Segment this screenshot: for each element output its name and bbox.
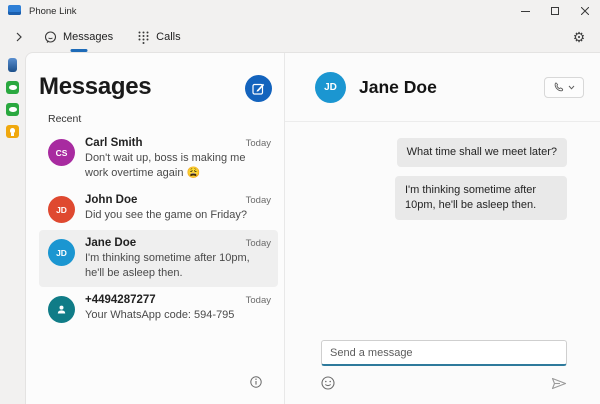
composer <box>285 340 600 404</box>
maximize-button[interactable] <box>540 0 570 22</box>
info-icon[interactable] <box>250 375 262 393</box>
conversation-row-whatsapp-number[interactable]: +4494287277 Today Your WhatsApp code: 59… <box>39 287 278 330</box>
title-bar: Phone Link <box>0 0 600 22</box>
window-controls <box>510 0 600 22</box>
device-apps-sidebar <box>0 52 25 404</box>
person-avatar-icon <box>48 296 75 323</box>
recent-section-label: Recent <box>48 113 278 125</box>
phone-icon <box>554 82 564 92</box>
main-content: Messages Recent CS Carl Smith Today Don'… <box>25 52 600 404</box>
chevron-down-icon <box>568 85 575 90</box>
message-thread: What time shall we meet later? I'm think… <box>285 122 600 340</box>
message-preview: Don't wait up, boss is making me work ov… <box>85 151 260 180</box>
tab-calls[interactable]: Calls <box>129 27 188 48</box>
settings-gear-icon[interactable]: ⚙ <box>568 26 590 48</box>
contact-avatar: JD <box>315 72 346 103</box>
timestamp: Today <box>246 138 271 149</box>
chat-panel: JD Jane Doe What time shall we meet late… <box>284 53 600 404</box>
messages-app-icon[interactable] <box>6 81 19 94</box>
conversation-row-carl-smith[interactable]: CS Carl Smith Today Don't wait up, boss … <box>39 130 278 187</box>
timestamp: Today <box>246 195 271 206</box>
contact-name: Carl Smith <box>85 137 143 149</box>
minimize-button[interactable] <box>510 0 540 22</box>
conversation-row-john-doe[interactable]: JD John Doe Today Did you see the game o… <box>39 187 278 230</box>
nav-bar: Messages Calls ⚙ <box>0 22 600 52</box>
tips-app-icon[interactable] <box>6 125 19 138</box>
conversations-panel: Messages Recent CS Carl Smith Today Don'… <box>26 53 284 404</box>
window-title: Phone Link <box>29 6 77 17</box>
dialpad-icon <box>137 31 150 44</box>
phone-link-logo-icon <box>8 5 22 17</box>
tab-messages[interactable]: Messages <box>36 27 121 48</box>
message-input[interactable] <box>321 340 567 366</box>
message-bubble: I'm thinking sometime after 10pm, he'll … <box>395 176 567 220</box>
phone-device-icon[interactable] <box>8 58 17 72</box>
message-bubble: What time shall we meet later? <box>397 138 567 167</box>
timestamp: Today <box>246 295 271 306</box>
emoji-picker-button[interactable] <box>321 376 335 390</box>
avatar: JD <box>48 239 75 266</box>
message-preview: Did you see the game on Friday? <box>85 208 260 223</box>
contact-name: +4494287277 <box>85 294 156 306</box>
contact-name: Jane Doe <box>85 237 136 249</box>
close-button[interactable] <box>570 0 600 22</box>
message-preview: I'm thinking sometime after 10pm, he'll … <box>85 251 260 280</box>
chat-bubble-icon <box>44 31 57 44</box>
timestamp: Today <box>246 238 271 249</box>
send-message-icon[interactable] <box>551 377 567 390</box>
panel-title: Messages <box>39 73 151 101</box>
chat-contact-name: Jane Doe <box>359 77 544 98</box>
whatsapp-app-icon[interactable] <box>6 103 19 116</box>
avatar: JD <box>48 196 75 223</box>
tab-calls-label: Calls <box>156 31 180 43</box>
avatar: CS <box>48 139 75 166</box>
tab-messages-label: Messages <box>63 31 113 43</box>
contact-name: John Doe <box>85 194 137 206</box>
new-message-button[interactable] <box>245 75 272 102</box>
message-preview: Your WhatsApp code: 594-795 <box>85 308 260 323</box>
chat-header: JD Jane Doe <box>285 53 600 122</box>
conversation-row-jane-doe[interactable]: JD Jane Doe Today I'm thinking sometime … <box>39 230 278 287</box>
call-button[interactable] <box>544 77 584 98</box>
expand-sidebar-button[interactable] <box>10 28 28 46</box>
